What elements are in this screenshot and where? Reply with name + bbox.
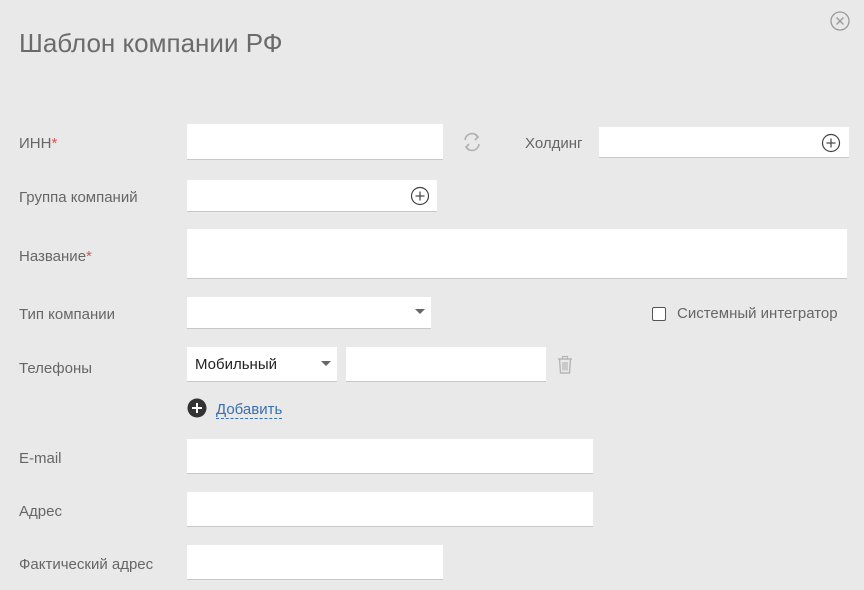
actual-address-label: Фактический адрес	[19, 556, 154, 573]
inn-input[interactable]	[187, 124, 443, 160]
name-label: Название*	[19, 248, 92, 265]
address-input[interactable]	[187, 492, 593, 527]
email-input[interactable]	[187, 439, 593, 474]
phone-type-value: Мобильный	[195, 356, 277, 373]
email-label: E-mail	[19, 450, 62, 467]
company-type-label: Тип компании	[19, 306, 116, 323]
system-integrator-checkbox[interactable]	[652, 307, 666, 321]
company-group-input[interactable]	[187, 180, 437, 212]
company-type-select[interactable]	[187, 297, 431, 329]
name-input[interactable]	[187, 229, 847, 279]
company-group-label: Группа компаний	[19, 189, 138, 206]
phone-type-chevron-down-icon	[321, 361, 331, 366]
phone-number-input[interactable]	[346, 347, 546, 382]
refresh-icon[interactable]	[461, 131, 483, 153]
holding-label: Холдинг	[525, 135, 583, 152]
actual-address-input[interactable]	[187, 545, 443, 580]
chevron-down-icon	[415, 309, 425, 314]
company-group-plus-icon[interactable]	[410, 186, 430, 206]
close-icon[interactable]	[829, 10, 851, 32]
holding-input[interactable]	[599, 127, 849, 158]
holding-plus-icon[interactable]	[821, 133, 841, 153]
trash-icon[interactable]	[556, 355, 574, 375]
inn-label: ИНН*	[19, 135, 58, 152]
system-integrator-label: Системный интегратор	[677, 305, 838, 322]
add-phone-link[interactable]: Добавить	[216, 401, 283, 419]
dialog-title: Шаблон компании РФ	[19, 28, 283, 58]
phones-label: Телефоны	[19, 360, 93, 377]
add-phone-icon[interactable]	[187, 398, 207, 418]
phone-type-select[interactable]: Мобильный	[187, 347, 337, 382]
address-label: Адрес	[19, 503, 62, 520]
